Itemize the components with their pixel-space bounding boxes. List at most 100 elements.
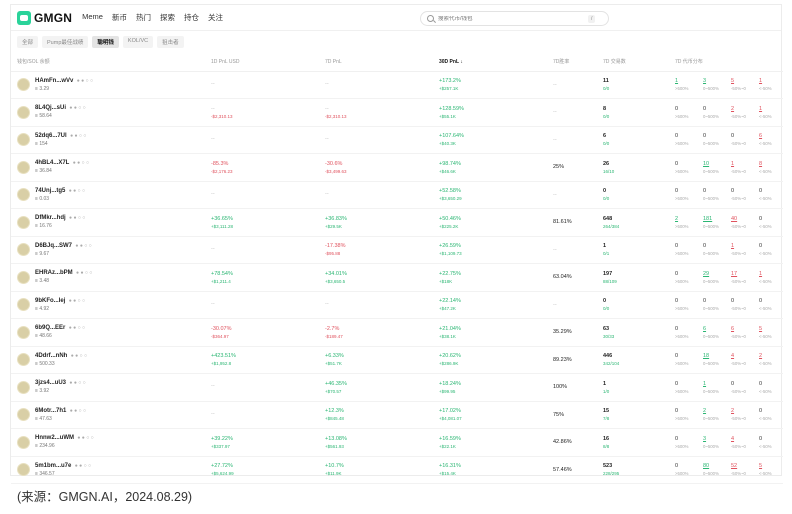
dist-bucket[interactable]: 2 <-50% — [759, 353, 781, 366]
col-token-dist[interactable]: 7D 代币分布 — [673, 53, 783, 72]
dist-count[interactable]: 0 — [675, 106, 697, 112]
wallet-name[interactable]: 74Unj...tg5 — [35, 188, 65, 194]
dist-bucket[interactable]: 0 0~500% — [703, 133, 725, 146]
table-row[interactable]: 52dq6...7Ul ● ● ○ ○ ≡ 154 -- -- +107.64% +$40… — [11, 126, 783, 154]
dist-count[interactable]: 6 — [759, 133, 781, 139]
dist-bucket[interactable]: 10 0~500% — [703, 161, 725, 174]
dist-bucket[interactable]: 5 <-50% — [759, 326, 781, 339]
dist-bucket[interactable]: 6 <-50% — [759, 133, 781, 146]
dist-bucket[interactable]: 1 <-50% — [759, 78, 781, 91]
dist-bucket[interactable]: 18 0~500% — [703, 353, 725, 366]
dist-count[interactable]: 1 — [703, 381, 725, 387]
table-row[interactable]: 6Motr...7h1 ● ● ○ ○ ≡ 47.63 -- +12.3% +$845.… — [11, 401, 783, 429]
dist-count[interactable]: 0 — [675, 133, 697, 139]
dist-bucket[interactable]: 0 >500% — [675, 188, 697, 201]
dist-bucket[interactable]: 0 >500% — [675, 436, 697, 449]
dist-count[interactable]: 1 — [759, 271, 781, 277]
dist-bucket[interactable]: 2 0~500% — [703, 408, 725, 421]
dist-count[interactable]: 0 — [703, 106, 725, 112]
wallet-info[interactable]: D6BJq...SW7 ● ● ○ ○ ≡ 9.67 — [13, 243, 209, 257]
dist-bucket[interactable]: 1 <-50% — [759, 106, 781, 119]
dist-count[interactable]: 4 — [731, 353, 753, 359]
dist-count[interactable]: 181 — [703, 216, 725, 222]
dist-bucket[interactable]: 0 >500% — [675, 381, 697, 394]
wallet-info[interactable]: 52dq6...7Ul ● ● ○ ○ ≡ 154 — [13, 133, 209, 147]
wallet-info[interactable]: DfMkr...hdj ● ● ○ ○ ≡ 16.76 — [13, 215, 209, 229]
wallet-name[interactable]: DfMkr...hdj — [35, 215, 66, 221]
dist-count[interactable]: 1 — [759, 106, 781, 112]
dist-count[interactable]: 0 — [731, 381, 753, 387]
dist-count[interactable]: 1 — [759, 78, 781, 84]
dist-bucket[interactable]: 0 0~500% — [703, 106, 725, 119]
dist-count[interactable]: 1 — [731, 243, 753, 249]
table-row[interactable]: D6BJq...SW7 ● ● ○ ○ ≡ 9.67 -- -17.38% -$95.8… — [11, 236, 783, 264]
table-row[interactable]: 3jzs4...uU3 ● ● ○ ○ ≡ 3.92 -- +46.35% +$70.5… — [11, 373, 783, 402]
dist-bucket[interactable]: 40 -50%~0 — [731, 216, 753, 229]
dist-count[interactable]: 2 — [675, 216, 697, 222]
dist-bucket[interactable]: 2 -50%~0 — [731, 106, 753, 119]
dist-count[interactable]: 6 — [703, 326, 725, 332]
table-row[interactable]: 6b9Q...EEr ● ● ○ ○ ≡ 48.66 -30.07% -$364.97… — [11, 318, 783, 347]
dist-count[interactable]: 0 — [675, 271, 697, 277]
dist-bucket[interactable]: 1 <-50% — [759, 271, 781, 284]
wallet-name[interactable]: D6BJq...SW7 — [35, 243, 72, 249]
nav-item[interactable]: 持仓 — [184, 12, 199, 23]
dist-bucket[interactable]: 0 <-50% — [759, 216, 781, 229]
dist-bucket[interactable]: 29 0~500% — [703, 271, 725, 284]
dist-bucket[interactable]: 17 -50%~0 — [731, 271, 753, 284]
dist-count[interactable]: 0 — [759, 408, 781, 414]
col-wallet[interactable]: 钱包/SOL 余额 — [11, 53, 209, 72]
dist-bucket[interactable]: 52 -50%~0 — [731, 463, 753, 476]
col-winrate[interactable]: 7D胜率 — [551, 53, 601, 72]
table-row[interactable]: 4Ddrf...nNh ● ● ○ ○ ≡ 500.33 +423.51% +$1,9… — [11, 346, 783, 374]
dist-count[interactable]: 0 — [675, 436, 697, 442]
dist-count[interactable]: 0 — [759, 243, 781, 249]
dist-bucket[interactable]: 0 >500% — [675, 326, 697, 339]
dist-bucket[interactable]: 5 -50%~0 — [731, 78, 753, 91]
dist-bucket[interactable]: 0 >500% — [675, 133, 697, 146]
dist-count[interactable]: 0 — [675, 381, 697, 387]
dist-count[interactable]: 0 — [675, 188, 697, 194]
dist-bucket[interactable]: 0 0~500% — [703, 188, 725, 201]
nav-item[interactable]: 关注 — [208, 12, 223, 23]
dist-count[interactable]: 5 — [759, 463, 781, 469]
dist-bucket[interactable]: 0 -50%~0 — [731, 133, 753, 146]
table-row[interactable]: 8L4Qj...sUi ● ● ○ ○ ≡ 58.64 -- -$2,310.13 --… — [11, 98, 783, 127]
table-row[interactable]: DfMkr...hdj ● ● ○ ○ ≡ 16.76 +36.65% +$3,111… — [11, 208, 783, 237]
wallet-info[interactable]: 8L4Qj...sUi ● ● ○ ○ ≡ 58.64 — [13, 105, 209, 119]
dist-count[interactable]: 0 — [675, 161, 697, 167]
tab-item[interactable]: 聪明钱 — [92, 36, 119, 48]
wallet-name[interactable]: 8L4Qj...sUi — [35, 105, 66, 111]
dist-count[interactable]: 5 — [731, 78, 753, 84]
col-pnl-30d[interactable]: 30D PnL ↓ — [437, 53, 551, 72]
wallet-info[interactable]: 9bKFo...Iej ● ● ○ ○ ≡ 4.92 — [13, 298, 209, 312]
dist-bucket[interactable]: 1 -50%~0 — [731, 243, 753, 256]
wallet-name[interactable]: 4Ddrf...nNh — [35, 353, 67, 359]
wallet-name[interactable]: Hnnw2...uWM — [35, 435, 74, 441]
dist-count[interactable]: 0 — [675, 463, 697, 469]
dist-bucket[interactable]: 0 >500% — [675, 298, 697, 311]
dist-bucket[interactable]: 0 >500% — [675, 463, 697, 476]
dist-bucket[interactable]: 0 >500% — [675, 161, 697, 174]
wallet-info[interactable]: 6Motr...7h1 ● ● ○ ○ ≡ 47.63 — [13, 408, 209, 422]
wallet-info[interactable]: Hnnw2...uWM ● ● ○ ○ ≡ 234.96 — [13, 435, 209, 449]
dist-bucket[interactable]: 1 -50%~0 — [731, 161, 753, 174]
dist-bucket[interactable]: 1 0~500% — [703, 381, 725, 394]
wallet-name[interactable]: 4hBL4...X7L — [35, 160, 69, 166]
dist-bucket[interactable]: 6 -50%~0 — [731, 326, 753, 339]
dist-bucket[interactable]: 181 0~500% — [703, 216, 725, 229]
wallet-info[interactable]: HAmFn...wVv ● ● ○ ○ ≡ 3.29 — [13, 78, 209, 92]
dist-count[interactable]: 0 — [731, 188, 753, 194]
dist-bucket[interactable]: 3 0~500% — [703, 78, 725, 91]
wallet-info[interactable]: 4Ddrf...nNh ● ● ○ ○ ≡ 500.33 — [13, 353, 209, 367]
dist-count[interactable]: 0 — [731, 298, 753, 304]
wallet-name[interactable]: EHRAz...bPM — [35, 270, 73, 276]
dist-count[interactable]: 2 — [703, 408, 725, 414]
dist-bucket[interactable]: 0 >500% — [675, 271, 697, 284]
dist-count[interactable]: 10 — [703, 161, 725, 167]
dist-count[interactable]: 0 — [759, 436, 781, 442]
dist-bucket[interactable]: 6 0~500% — [703, 326, 725, 339]
dist-count[interactable]: 0 — [703, 298, 725, 304]
dist-bucket[interactable]: 0 -50%~0 — [731, 381, 753, 394]
dist-count[interactable]: 17 — [731, 271, 753, 277]
